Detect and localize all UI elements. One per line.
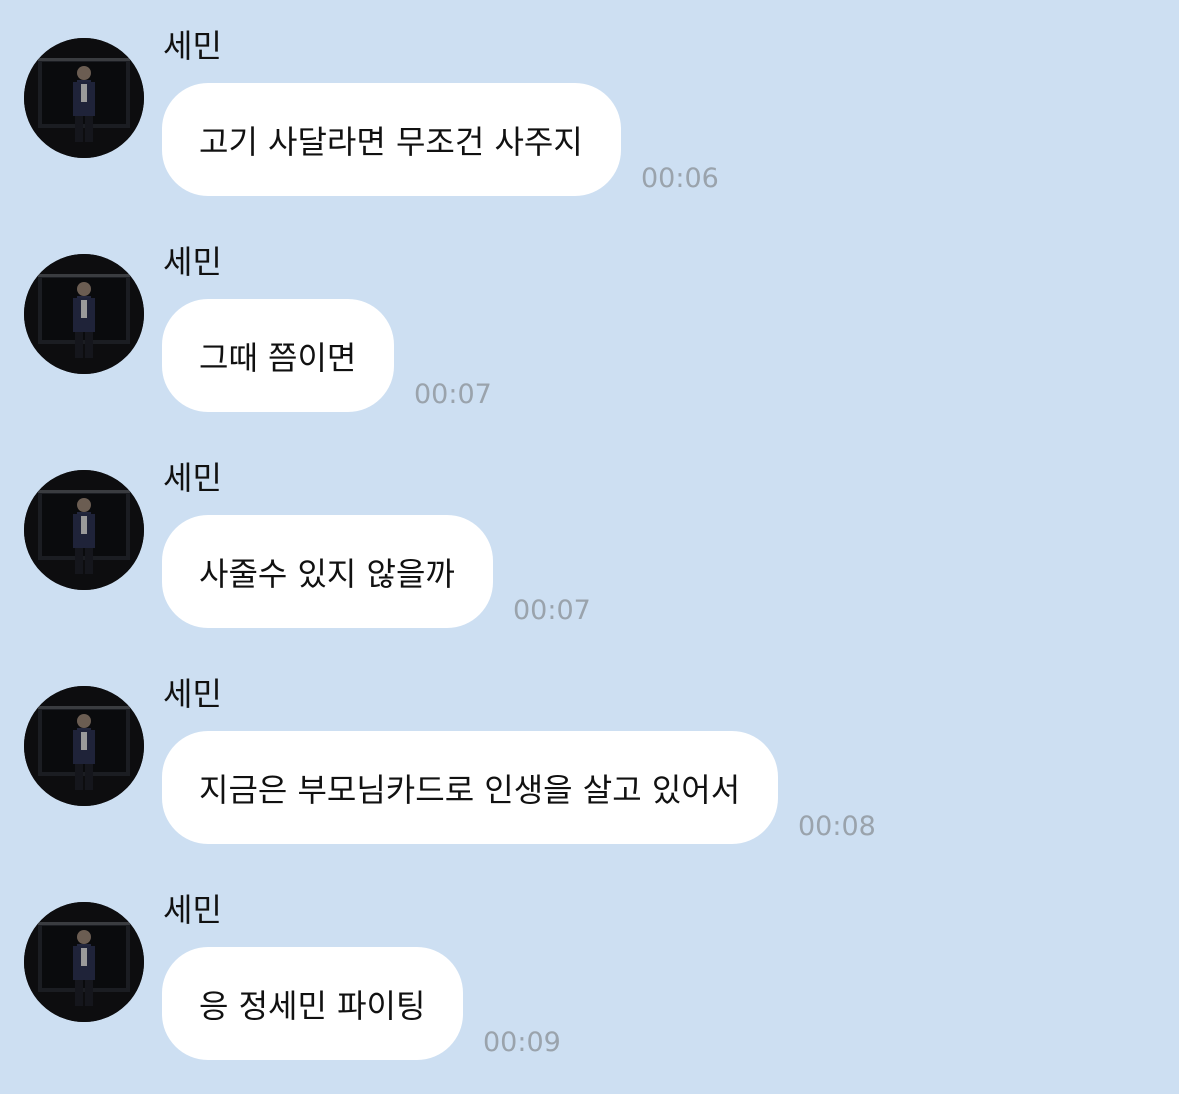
profile-avatar[interactable] bbox=[24, 38, 144, 158]
sender-name: 세민 bbox=[163, 243, 222, 281]
avatar-photo bbox=[24, 686, 144, 806]
message-row: 세민 사줄수 있지 않을까 00:07 bbox=[0, 432, 1179, 632]
message-bubble[interactable]: 응 정세민 파이팅 bbox=[162, 947, 464, 1060]
message-row: 세민 지금은 부모님카드로 인생을 살고 있어서 00:08 bbox=[0, 648, 1179, 848]
message-bubble[interactable]: 사줄수 있지 않을까 bbox=[162, 515, 493, 628]
avatar-photo bbox=[24, 902, 144, 1022]
profile-avatar[interactable] bbox=[24, 470, 144, 590]
message-row: 세민 응 정세민 파이팅 00:09 bbox=[0, 864, 1179, 1064]
message-timestamp: 00:06 bbox=[641, 163, 719, 194]
sender-name: 세민 bbox=[163, 891, 222, 929]
avatar-photo bbox=[24, 470, 144, 590]
sender-name: 세민 bbox=[163, 27, 222, 65]
chat-view[interactable]: 세민 고기 사달라면 무조건 사주지 00:06 세민 그때 쯤이면 00:07 bbox=[0, 0, 1179, 1094]
sender-name: 세민 bbox=[163, 675, 222, 713]
profile-avatar[interactable] bbox=[24, 254, 144, 374]
avatar-photo bbox=[24, 254, 144, 374]
message-timestamp: 00:08 bbox=[798, 811, 876, 842]
profile-avatar[interactable] bbox=[24, 686, 144, 806]
message-bubble[interactable]: 지금은 부모님카드로 인생을 살고 있어서 bbox=[162, 731, 779, 844]
message-timestamp: 00:07 bbox=[513, 595, 591, 626]
message-bubble[interactable]: 고기 사달라면 무조건 사주지 bbox=[162, 83, 621, 196]
message-bubble[interactable]: 그때 쯤이면 bbox=[162, 299, 395, 412]
avatar-photo bbox=[24, 38, 144, 158]
message-row: 세민 고기 사달라면 무조건 사주지 00:06 bbox=[0, 0, 1179, 200]
sender-name: 세민 bbox=[163, 459, 222, 497]
message-timestamp: 00:09 bbox=[483, 1027, 561, 1058]
message-row: 세민 그때 쯤이면 00:07 bbox=[0, 216, 1179, 416]
message-timestamp: 00:07 bbox=[414, 379, 492, 410]
profile-avatar[interactable] bbox=[24, 902, 144, 1022]
